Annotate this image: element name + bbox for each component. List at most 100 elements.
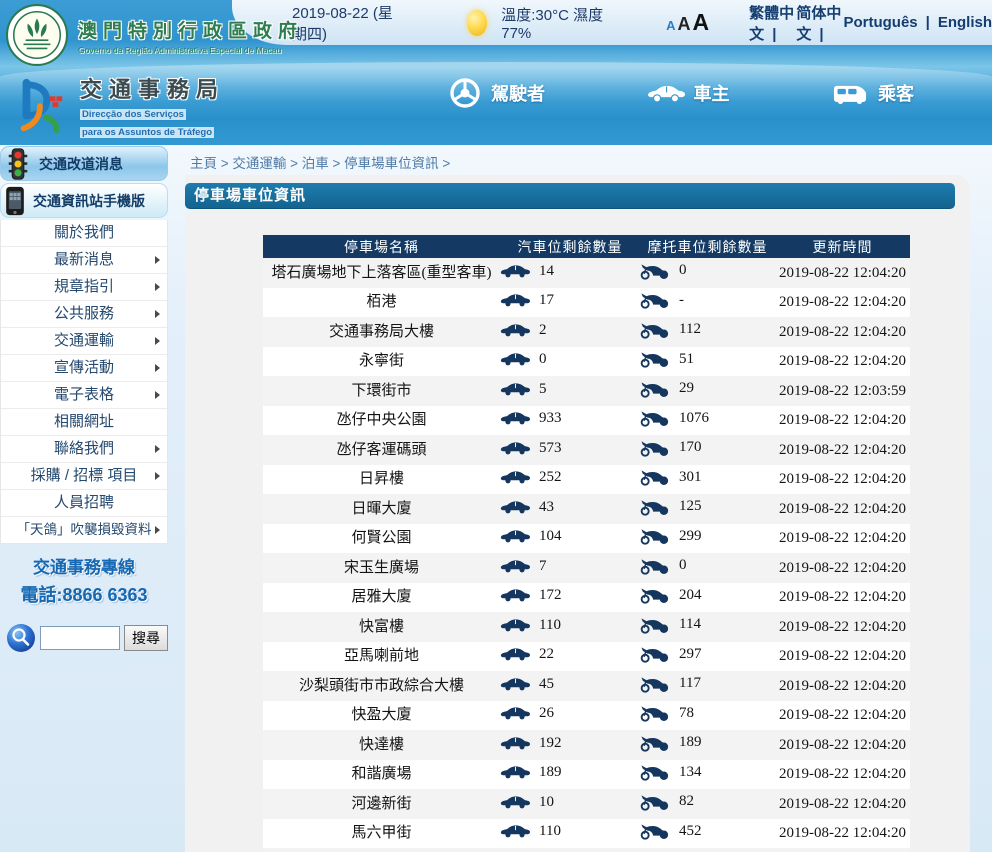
search-input[interactable] (40, 626, 120, 650)
sidebar-menu-item[interactable]: 交通運輸 (1, 328, 167, 355)
government-title-block: 澳門特別行政區政府 Governo da Região Administrati… (78, 16, 303, 55)
parking-lot-name: 沙梨頭街市市政綜合大樓 (263, 671, 500, 701)
search-button[interactable]: 搜尋 (124, 625, 168, 651)
sidebar-menu-item[interactable]: 電子表格 (1, 382, 167, 409)
content-panel: 停車場車位資訊 停車場名稱 汽車位剩餘數量 摩托車位剩餘數量 更新時間 塔石廣場… (185, 175, 970, 852)
sidebar-menu-item[interactable]: 「天鴿」吹襲損毀資料 (1, 517, 167, 543)
sidebar-menu-item[interactable]: 人員招聘 (1, 490, 167, 517)
car-icon (500, 292, 530, 308)
sidebar-item-traffic-info-mobile[interactable]: 交通資訊站手機版 (0, 183, 168, 218)
sidebar-menu-item-label: 人員招聘 (54, 494, 114, 511)
department-title-block: 交通事務局 Direcção dos Serviços para os Assu… (80, 72, 225, 140)
moto-spaces-cell: 170 (640, 435, 775, 465)
car-spaces-cell: 172 (500, 583, 640, 613)
sidebar-item-traffic-diversion-news[interactable]: 交通改道消息 (0, 146, 168, 181)
sidebar-menu-item[interactable]: 宣傳活動 (1, 355, 167, 382)
table-row: 交通事務局大樓 2 112 (263, 317, 910, 347)
language-link[interactable]: 繁體中文 (749, 2, 796, 44)
parking-lot-name: 氹仔中央公園 (263, 406, 500, 436)
sidebar-menu-item[interactable]: 聯絡我們 (1, 436, 167, 463)
moto-spaces-value: 51 (679, 349, 694, 369)
update-time: 2019-08-22 12:04:20 (775, 524, 910, 554)
sidebar-menu-item-label: 「天鴿」吹襲損毀資料 (17, 522, 152, 537)
column-header-moto-spaces: 摩托車位剩餘數量 (640, 235, 775, 258)
sidebar-menu-item-label: 規章指引 (54, 278, 114, 295)
parking-lot-name: 下環街市 (263, 376, 500, 406)
sidebar-menu-item[interactable]: 相關網址 (1, 409, 167, 436)
parking-lot-name: 氹仔客運碼頭 (263, 435, 500, 465)
moto-spaces-value: 114 (679, 614, 701, 634)
car-spaces-cell: 252 (500, 465, 640, 495)
submenu-arrow-icon (155, 526, 160, 534)
moto-spaces-cell: 82 (640, 789, 775, 819)
sidebar-menu-item-label: 相關網址 (54, 413, 114, 430)
moto-spaces-cell: 134 (640, 760, 775, 790)
language-link[interactable]: English (938, 14, 992, 31)
car-icon (500, 263, 530, 279)
current-date: 2019-08-22 (星期四) (292, 2, 399, 44)
car-icon (500, 440, 530, 456)
update-time: 2019-08-22 12:04:20 (775, 848, 910, 852)
sidebar-menu-item[interactable]: 關於我們 (1, 220, 167, 247)
nav-item-passenger[interactable]: 乘客 (831, 80, 914, 106)
car-icon (500, 410, 530, 426)
car-icon (500, 469, 530, 485)
sidebar-item-label: 交通資訊站手機版 (33, 191, 145, 211)
sidebar-menu-item[interactable]: 公共服務 (1, 301, 167, 328)
update-time: 2019-08-22 12:04:20 (775, 583, 910, 613)
sidebar: 交通改道消息 交通資訊站手機版 關於我們 最新消息 規章指引 公共服務 (0, 145, 168, 653)
macau-government-logo[interactable]: 澳門特別行政區政府 Governo da Região Administrati… (6, 4, 303, 66)
car-spaces-value: 26 (539, 703, 554, 723)
car-spaces-value: 110 (539, 615, 561, 635)
car-icon (500, 676, 530, 692)
font-size-small-button[interactable]: A (666, 18, 675, 33)
language-link[interactable]: Português (843, 14, 937, 31)
page-title: 停車場車位資訊 (185, 183, 955, 209)
car-spaces-value: 104 (539, 526, 562, 546)
car-spaces-cell: 45 (500, 671, 640, 701)
department-title: 交通事務局 (80, 72, 225, 104)
parking-lot-name: 和諧廣場 (263, 760, 500, 790)
submenu-arrow-icon (155, 391, 160, 399)
breadcrumb[interactable]: 主頁 > 交通運輸 > 泊車 > 停車場車位資訊 > (190, 152, 450, 172)
language-link[interactable]: 简体中文 (796, 2, 843, 44)
moto-spaces-value: 189 (679, 732, 702, 752)
parking-table: 停車場名稱 汽車位剩餘數量 摩托車位剩餘數量 更新時間 塔石廣場地下上落客區(重… (263, 235, 910, 852)
update-time: 2019-08-22 12:04:20 (775, 642, 910, 672)
parking-lot-name: 栢港 (263, 288, 500, 318)
search-bar: 搜尋 (6, 623, 168, 653)
sidebar-menu-item[interactable]: 規章指引 (1, 274, 167, 301)
car-spaces-value: 43 (539, 497, 554, 517)
parking-lot-name: 居雅大廈 (263, 583, 500, 613)
top-utility-bar: 2019-08-22 (星期四) 溫度:30°C 濕度 77% A A A 繁體… (232, 0, 992, 45)
nav-item-car-owner[interactable]: 車主 (647, 80, 730, 106)
font-size-medium-button[interactable]: A (678, 14, 691, 35)
update-time: 2019-08-22 12:04:20 (775, 789, 910, 819)
nav-item-driver[interactable]: 駕駛者 (448, 76, 545, 110)
dsat-logo[interactable]: 交通事務局 Direcção dos Serviços para os Assu… (10, 72, 225, 140)
motorcycle-icon (640, 438, 670, 457)
font-size-large-button[interactable]: A (693, 9, 710, 36)
department-subtitle-line2: para os Assuntos de Tráfego (80, 127, 214, 138)
sidebar-menu-item[interactable]: 最新消息 (1, 247, 167, 274)
car-icon (500, 617, 530, 633)
table-row: 亞馬喇前地 22 297 (263, 642, 910, 672)
parking-lot-name: 交通事務局大樓 (263, 317, 500, 347)
car-spaces-cell: 2 (500, 317, 640, 347)
parking-lot-name: 亞馬喇前地 (263, 642, 500, 672)
table-row: 塔石廣場地下上落客區(重型客車) 14 0 (263, 258, 910, 288)
car-icon (500, 322, 530, 338)
government-subtitle: Governo da Região Administrativa Especia… (78, 45, 303, 55)
submenu-arrow-icon (155, 337, 160, 345)
parking-lot-name: 青翠樓 (263, 848, 500, 852)
table-row: 下環街市 5 29 (263, 376, 910, 406)
update-time: 2019-08-22 12:04:20 (775, 435, 910, 465)
car-icon (647, 81, 685, 105)
sidebar-menu-item-label: 公共服務 (54, 305, 114, 322)
update-time: 2019-08-22 12:04:20 (775, 258, 910, 288)
column-header-name: 停車場名稱 (263, 235, 500, 258)
sidebar-menu-item[interactable]: 採購 / 招標 項目 (1, 463, 167, 490)
motorcycle-icon (640, 290, 670, 309)
nav-item-label: 車主 (694, 80, 730, 106)
car-icon (500, 351, 530, 367)
